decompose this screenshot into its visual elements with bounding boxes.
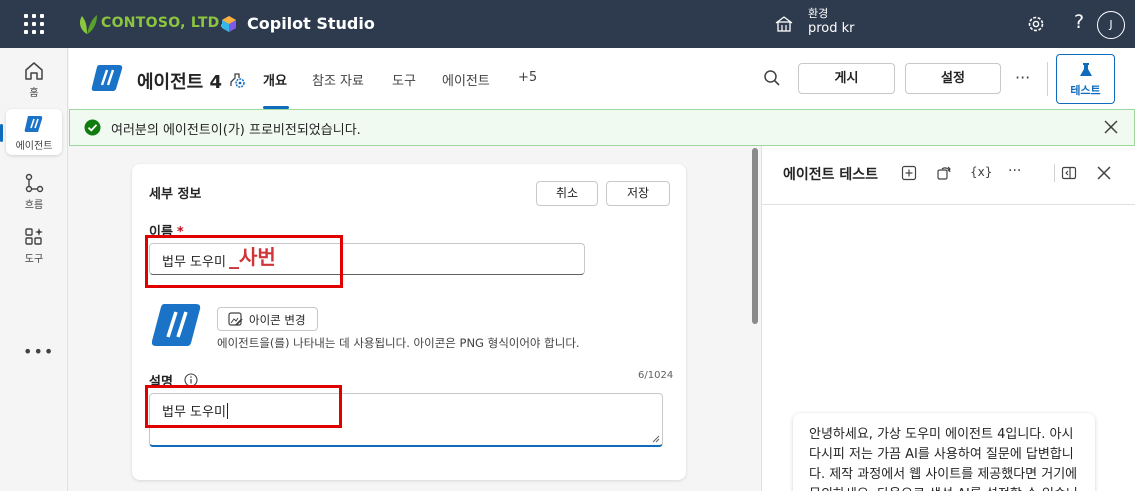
notification-message: 여러분의 에이전트이(가) 프로비전되었습니다. <box>111 123 361 138</box>
agent-settings-icon[interactable] <box>229 72 246 89</box>
success-check-icon <box>84 119 101 136</box>
flask-icon <box>1079 63 1092 76</box>
rail-label-agents: 에이전트 <box>15 141 53 152</box>
tab-agents[interactable]: 에이전트 <box>442 70 490 89</box>
rail-more-icon[interactable]: ••• <box>23 342 54 361</box>
main-content: 세부 정보 취소 저장 이름 * 법무 도우미 _사번 아이콘 변경 에이전트을(… <box>69 146 761 491</box>
description-counter: 6/1024 <box>638 370 674 381</box>
test-button[interactable]: 테스트 <box>1056 54 1115 104</box>
panel-more-icon[interactable]: ··· <box>1008 163 1021 179</box>
chat-message-bubble: 안녕하세요, 가상 도우미 에이전트 4입니다. 아시다시피 저는 가끔 AI를… <box>793 413 1095 491</box>
image-edit-icon <box>228 312 243 326</box>
rail-active-indicator <box>0 124 3 142</box>
highlight-box-description <box>145 385 342 428</box>
rail-label-home: 홈 <box>29 88 39 99</box>
scrollbar-thumb[interactable] <box>752 148 758 324</box>
settings-button[interactable]: 설정 <box>905 63 1001 94</box>
resize-handle-icon[interactable] <box>652 435 660 443</box>
home-icon <box>25 62 43 80</box>
settings-gear-icon[interactable] <box>1026 14 1046 34</box>
close-icon[interactable] <box>1103 119 1119 135</box>
tab-tools[interactable]: 도구 <box>392 70 416 89</box>
header-separator <box>1047 62 1048 96</box>
rail-item-flows[interactable]: 흐름 <box>6 168 62 214</box>
highlight-box-name <box>145 235 343 288</box>
rail-item-home[interactable]: 홈 <box>6 56 62 102</box>
tab-knowledge[interactable]: 참조 자료 <box>312 70 364 89</box>
rail-label-flows: 흐름 <box>24 200 44 211</box>
dock-panel-icon[interactable] <box>1061 165 1077 181</box>
environment-value[interactable]: prod kr <box>808 21 855 36</box>
tools-icon <box>25 228 43 245</box>
new-chat-icon[interactable] <box>901 165 917 181</box>
rail-item-agents[interactable]: 에이전트 <box>6 109 62 155</box>
variables-icon[interactable]: {x} <box>970 165 992 179</box>
left-nav-rail: 홈 에이전트 흐름 도구 ••• <box>0 48 68 491</box>
copilot-studio-logo-icon <box>222 16 236 32</box>
flows-icon <box>25 173 44 193</box>
rail-label-tools: 도구 <box>24 254 44 265</box>
panel-separator <box>1054 164 1055 182</box>
change-icon-button[interactable]: 아이콘 변경 <box>217 307 318 331</box>
contoso-leaf-icon <box>79 15 97 34</box>
test-panel-title: 에이전트 테스트 <box>783 167 879 183</box>
app-title[interactable]: Copilot Studio <box>247 14 375 33</box>
tab-more[interactable]: +5 <box>518 70 537 85</box>
header-more-icon[interactable]: ··· <box>1015 68 1030 87</box>
app-launcher-icon[interactable] <box>24 14 44 34</box>
cancel-button[interactable]: 취소 <box>536 181 598 206</box>
rail-item-tools[interactable]: 도구 <box>6 222 62 268</box>
close-panel-icon[interactable] <box>1096 165 1112 181</box>
details-title: 세부 정보 <box>149 187 202 202</box>
environment-label[interactable]: 환경 <box>808 5 828 21</box>
test-panel: 에이전트 테스트 {x} ··· 안녕하세요, 가상 도우미 에이전트 4입니다… <box>761 146 1135 491</box>
company-name[interactable]: CONTOSO, LTD. <box>101 15 225 31</box>
panel-header-divider <box>762 204 1135 205</box>
top-bar: CONTOSO, LTD. Copilot Studio 환경 prod kr … <box>0 0 1135 48</box>
environment-icon <box>775 16 793 32</box>
details-card: 세부 정보 취소 저장 이름 * 법무 도우미 _사번 아이콘 변경 에이전트을(… <box>132 164 686 480</box>
help-icon[interactable]: ? <box>1074 11 1084 33</box>
publish-button[interactable]: 게시 <box>798 63 895 94</box>
agent-icon-preview <box>151 304 201 346</box>
tab-overview[interactable]: 개요 <box>263 70 287 89</box>
agent-logo-icon <box>91 65 123 91</box>
main-scrollbar[interactable] <box>749 146 761 491</box>
agent-title: 에이전트 4 <box>137 72 223 93</box>
success-notification: 여러분의 에이전트이(가) 프로비전되었습니다. <box>69 109 1135 146</box>
change-icon-label: 아이콘 변경 <box>249 313 306 327</box>
agent-header: 에이전트 4 개요 참조 자료 도구 에이전트 +5 게시 설정 ··· 테스트 <box>69 48 1135 109</box>
agents-icon <box>24 116 43 132</box>
search-icon[interactable] <box>763 69 781 87</box>
user-avatar[interactable]: J <box>1097 11 1125 39</box>
test-button-label: 테스트 <box>1070 84 1101 97</box>
save-button[interactable]: 저장 <box>606 181 670 206</box>
icon-help-text: 에이전트을(를) 나타내는 데 사용됩니다. 아이콘은 PNG 형식이어야 합니… <box>217 336 580 350</box>
refresh-icon[interactable] <box>936 165 952 181</box>
